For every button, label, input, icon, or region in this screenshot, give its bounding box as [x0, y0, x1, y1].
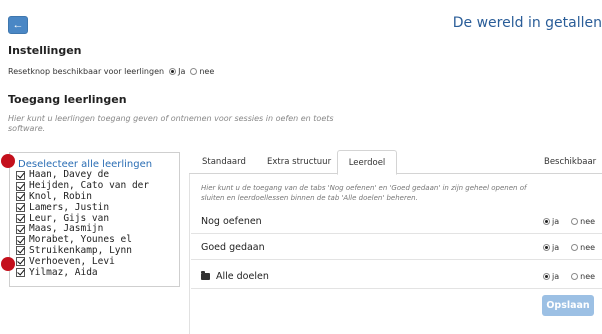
student-checkbox[interactable] [16, 181, 25, 191]
reset-yes-radio[interactable] [169, 68, 177, 75]
tab-extra-structuur[interactable]: Extra structuur [267, 150, 331, 175]
folder-icon [201, 271, 210, 280]
student-item[interactable]: Heijden, Cato van der [16, 181, 149, 192]
reset-yes-label: Ja [178, 67, 186, 76]
yes-radio[interactable] [543, 273, 550, 280]
student-checkbox[interactable] [16, 235, 25, 245]
marker-dot [1, 257, 15, 271]
student-item[interactable]: Struikenkamp, Lynn [16, 244, 149, 257]
student-item[interactable]: Yilmaz, Aida [16, 267, 149, 278]
yes-label: ja [552, 243, 560, 252]
reset-no-radio[interactable] [190, 68, 198, 75]
tab-standaard[interactable]: Standaard [202, 150, 246, 175]
student-checkbox[interactable] [16, 246, 25, 256]
row-options: ja nee [543, 272, 595, 281]
student-checkbox[interactable] [16, 257, 25, 267]
student-name: Yilmaz, Aida [29, 266, 98, 278]
row-label-text: Alle doelen [216, 271, 269, 282]
yes-radio[interactable] [543, 218, 550, 225]
access-heading: Toegang leerlingen [8, 93, 127, 106]
no-label: nee [580, 217, 596, 226]
no-label: nee [580, 272, 596, 281]
marker-dot [1, 154, 15, 168]
row-nog-oefenen: Nog oefenen ja nee [191, 212, 602, 234]
row-label: Alle doelen [201, 271, 269, 282]
student-checkbox[interactable] [16, 268, 25, 278]
student-name: Morabet, Younes el [29, 234, 132, 246]
row-label: Goed gedaan [201, 242, 265, 253]
student-item[interactable]: Haan, Davey de [16, 170, 149, 181]
yes-label: ja [552, 272, 560, 281]
no-radio[interactable] [571, 218, 579, 225]
student-checkbox[interactable] [16, 214, 25, 224]
tab-beschikbaar[interactable]: Beschikbaar [544, 150, 596, 175]
no-radio[interactable] [571, 273, 579, 280]
save-button[interactable]: Opslaan [542, 295, 594, 316]
page-title: De wereld in getallen [452, 15, 602, 31]
no-radio[interactable] [571, 244, 579, 251]
leerdoel-description: Hier kunt u de toegang van de tabs 'Nog … [201, 184, 527, 202]
tab-leerdoel[interactable]: Leerdoel [337, 150, 397, 175]
reset-no-label: nee [199, 67, 215, 76]
leerdoel-tab-content: Hier kunt u de toegang van de tabs 'Nog … [189, 174, 602, 334]
no-label: nee [580, 243, 596, 252]
student-item[interactable]: Knol, Robin [16, 190, 149, 203]
row-alle-doelen[interactable]: Alle doelen ja nee [191, 267, 602, 289]
row-goed-gedaan: Goed gedaan ja nee [191, 238, 602, 260]
student-name: Verhoeven, Levi [29, 255, 115, 267]
student-checkbox[interactable] [16, 192, 25, 202]
row-label-text: Goed gedaan [201, 242, 265, 253]
row-label: Nog oefenen [201, 216, 262, 227]
arrow-left-icon: ← [12, 19, 24, 31]
student-name: Maas, Jasmijn [29, 223, 104, 235]
student-list: Haan, Davey de Heijden, Cato van der Knol,… [16, 170, 149, 278]
student-item[interactable]: Verhoeven, Levi [16, 256, 149, 267]
row-label-text: Nog oefenen [201, 216, 262, 227]
student-checkbox[interactable] [16, 224, 25, 234]
student-checkbox[interactable] [16, 170, 25, 180]
student-name: Lamers, Justin [29, 201, 110, 213]
reset-setting-row: Resetknop beschikbaar voor leerlingen Ja… [8, 67, 214, 76]
student-item[interactable]: Morabet, Younes el [16, 235, 149, 246]
student-item[interactable]: Maas, Jasmijn [16, 224, 149, 235]
tab-bar: Standaard Extra structuur Leerdoel Besch… [189, 150, 602, 175]
student-name: Haan, Davey de [29, 169, 110, 181]
row-options: ja nee [543, 243, 595, 252]
student-name: Struikenkamp, Lynn [29, 244, 132, 256]
reset-setting-label: Resetknop beschikbaar voor leerlingen [8, 67, 165, 76]
access-tabs-panel: Standaard Extra structuur Leerdoel Besch… [189, 150, 602, 334]
student-item[interactable]: Leur, Gijs van [16, 213, 149, 224]
yes-radio[interactable] [543, 244, 550, 251]
yes-label: ja [552, 217, 560, 226]
row-options: ja nee [543, 217, 595, 226]
student-name: Leur, Gijs van [29, 212, 110, 224]
student-name: Heijden, Cato van der [29, 180, 150, 192]
access-description: Hier kunt u leerlingen toegang geven of … [8, 114, 334, 133]
settings-heading: Instellingen [8, 44, 82, 57]
back-button[interactable]: ← [8, 16, 28, 34]
student-item[interactable]: Lamers, Justin [16, 202, 149, 213]
student-checkbox[interactable] [16, 203, 25, 213]
student-panel: Deselecteer alle leerlingen Haan, Davey … [9, 152, 180, 287]
student-name: Knol, Robin [29, 190, 92, 202]
deselect-all-link[interactable]: Deselecteer alle leerlingen [18, 159, 152, 170]
